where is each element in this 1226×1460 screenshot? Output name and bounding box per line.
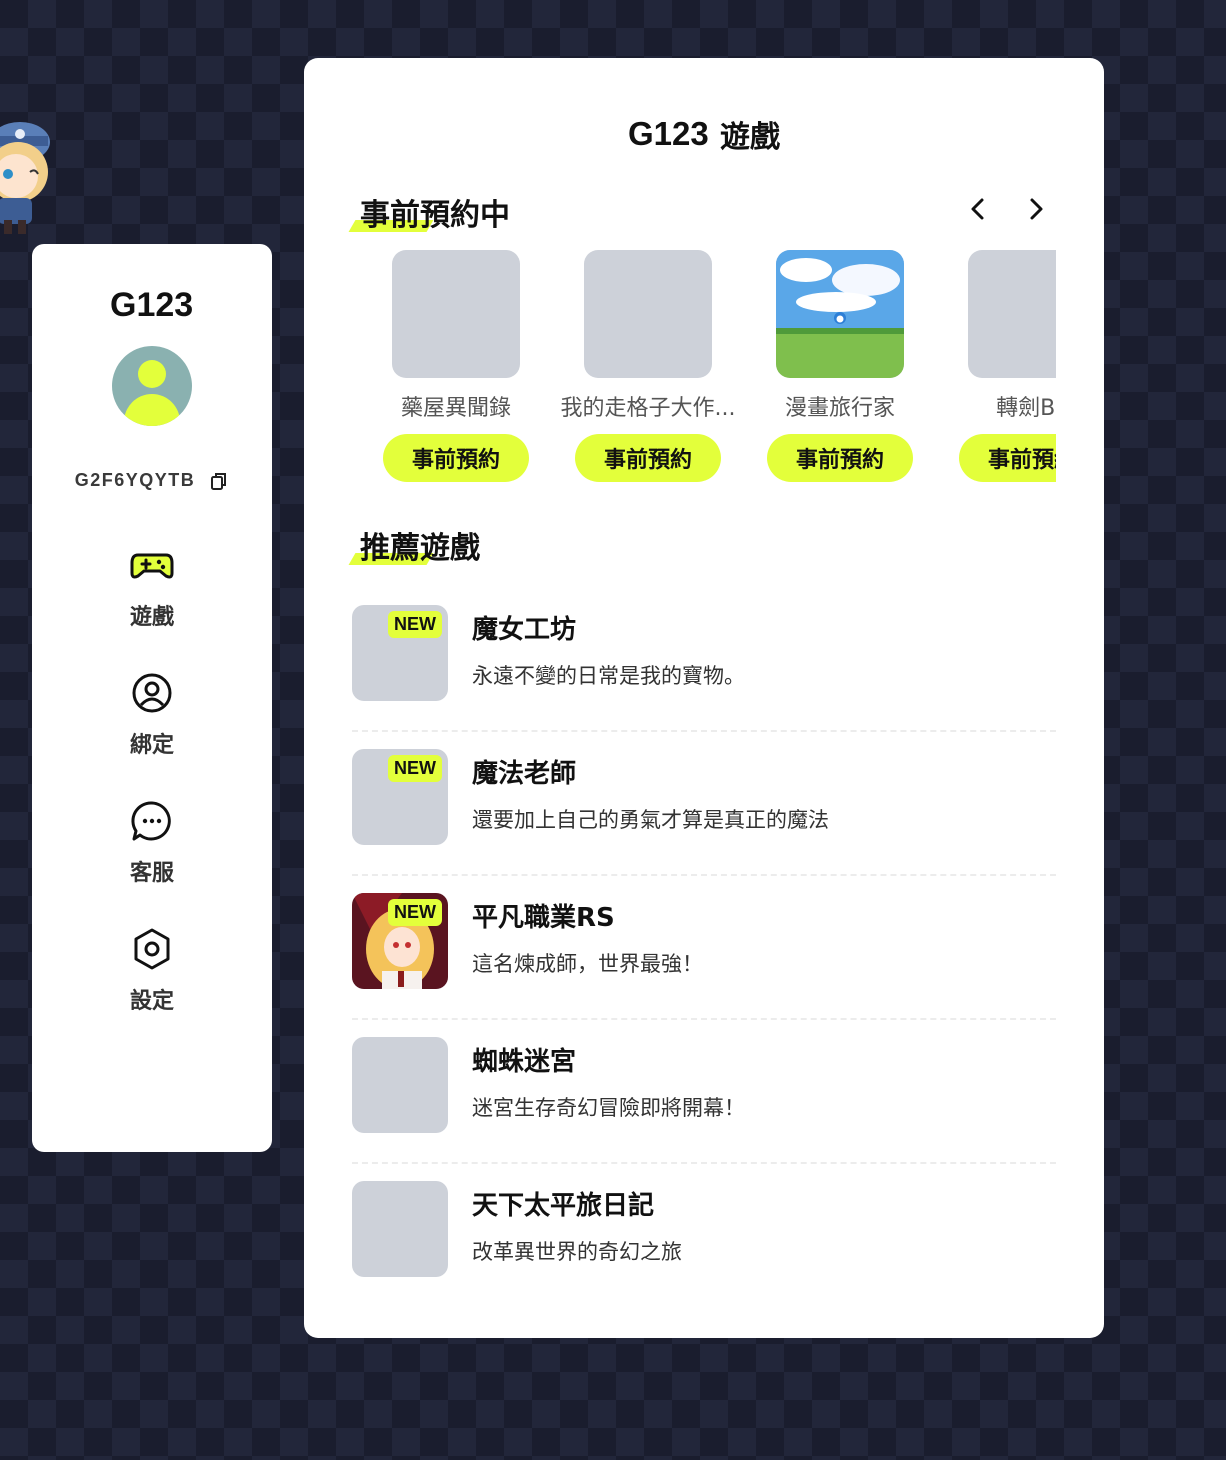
game-thumbnail[interactable] — [352, 1181, 448, 1277]
preorder-thumbnail[interactable] — [968, 250, 1056, 378]
game-title: 天下太平旅日記 — [472, 1191, 655, 1221]
game-description: 這名煉成師，世界最強！ — [472, 952, 703, 976]
user-id: G2F6YQYTB — [74, 470, 196, 490]
svg-text:G123: G123 — [110, 288, 193, 322]
chat-bubble-icon — [131, 801, 171, 841]
nav-item-bind[interactable]: 綁定 — [130, 671, 174, 759]
new-badge: NEW — [388, 755, 442, 782]
nav-item-settings[interactable]: 設定 — [130, 927, 174, 1015]
game-description: 改革異世界的奇幻之旅 — [472, 1240, 682, 1264]
preorder-card[interactable]: 漫畫旅行家 事前預約 — [744, 250, 936, 482]
game-row[interactable]: NEW 魔女工坊 永遠不變的日常是我的寶物。 — [352, 588, 1056, 732]
chevron-left-icon[interactable] — [966, 196, 992, 222]
gamepad-icon — [130, 553, 174, 579]
recommended-section-title: 推薦遊戲 — [348, 523, 480, 567]
nav-label-settings: 設定 — [129, 989, 174, 1014]
sidebar-nav: 遊戲 綁定 客服 設定 — [130, 543, 174, 1015]
preorder-card[interactable]: 藥屋異聞錄 事前預約 — [360, 250, 552, 482]
user-id-row: G2F6YQYTB — [75, 470, 230, 491]
g123-logo-header[interactable]: G123 — [628, 117, 710, 151]
preorder-name: 漫畫旅行家 — [784, 396, 895, 421]
game-description: 還要加上自己的勇氣才算是真正的魔法 — [472, 808, 829, 832]
sidebar: G123 G2F6YQYTB 遊戲 綁定 客服 設定 — [32, 244, 272, 1152]
game-row[interactable]: NEW 魔法老師 還要加上自己的勇氣才算是真正的魔法 — [352, 732, 1056, 876]
game-thumbnail[interactable]: NEW — [352, 749, 448, 845]
preorder-name: 轉劍BF — [996, 396, 1056, 421]
mascot-image — [0, 122, 50, 234]
preorder-button[interactable]: 事前預約 — [959, 434, 1056, 482]
game-title: 魔法老師 — [472, 759, 577, 789]
panel-title: 遊戲 — [720, 120, 780, 155]
gear-icon — [134, 928, 170, 970]
nav-label-games: 遊戲 — [129, 605, 174, 630]
copy-icon[interactable] — [209, 471, 229, 491]
svg-text:G123: G123 — [628, 117, 709, 151]
preorder-carousel: 藥屋異聞錄 事前預約 我的走格子大作... 事前預約 漫畫旅行家 事前預約 轉劍… — [360, 250, 1056, 490]
game-row[interactable]: 蜘蛛迷宮 迷宮生存奇幻冒險即將開幕！ — [352, 1020, 1056, 1164]
nav-item-support[interactable]: 客服 — [130, 799, 174, 887]
avatar[interactable] — [112, 346, 192, 426]
g123-logo[interactable]: G123 — [110, 288, 194, 322]
preorder-thumbnail[interactable] — [392, 250, 520, 378]
nav-label-support: 客服 — [129, 861, 174, 886]
panel-header: G123 遊戲 — [304, 112, 1104, 156]
preorder-card[interactable]: 我的走格子大作... 事前預約 — [552, 250, 744, 482]
preorder-thumbnail[interactable] — [776, 250, 904, 378]
nav-label-bind: 綁定 — [129, 733, 174, 758]
chevron-right-icon[interactable] — [1022, 196, 1048, 222]
preorder-name: 我的走格子大作... — [560, 396, 736, 421]
game-title: 魔女工坊 — [472, 615, 577, 645]
user-circle-icon — [132, 673, 172, 713]
sky-field-artwork — [776, 250, 904, 378]
new-badge: NEW — [388, 611, 442, 638]
preorder-section-title: 事前預約中 — [348, 190, 510, 234]
preorder-button[interactable]: 事前預約 — [575, 434, 721, 482]
nav-item-games[interactable]: 遊戲 — [130, 543, 174, 631]
game-row[interactable]: NEW 平凡職業RS 這名煉成師，世界最強！ — [352, 876, 1056, 1020]
preorder-name: 藥屋異聞錄 — [400, 396, 511, 421]
game-title: 蜘蛛迷宮 — [472, 1047, 577, 1077]
game-row[interactable]: 天下太平旅日記 改革異世界的奇幻之旅 — [352, 1164, 1056, 1308]
game-thumbnail[interactable] — [352, 1037, 448, 1133]
game-thumbnail[interactable]: NEW — [352, 893, 448, 989]
preorder-button[interactable]: 事前預約 — [383, 434, 529, 482]
preorder-thumbnail[interactable] — [584, 250, 712, 378]
carousel-arrows — [966, 196, 1048, 222]
game-thumbnail[interactable]: NEW — [352, 605, 448, 701]
games-panel: G123 遊戲 事前預約中 藥屋異聞錄 事前預約 我的走格子大作... 事前預約 — [304, 58, 1104, 1338]
preorder-button[interactable]: 事前預約 — [767, 434, 913, 482]
new-badge: NEW — [388, 899, 442, 926]
recommended-list: NEW 魔女工坊 永遠不變的日常是我的寶物。 NEW 魔法老師 還要加上自己的勇… — [352, 588, 1056, 1308]
game-title: 平凡職業RS — [472, 903, 615, 933]
game-description: 迷宮生存奇幻冒險即將開幕！ — [472, 1096, 745, 1120]
game-description: 永遠不變的日常是我的寶物。 — [472, 664, 745, 688]
preorder-card[interactable]: 轉劍BF 事前預約 — [936, 250, 1056, 482]
